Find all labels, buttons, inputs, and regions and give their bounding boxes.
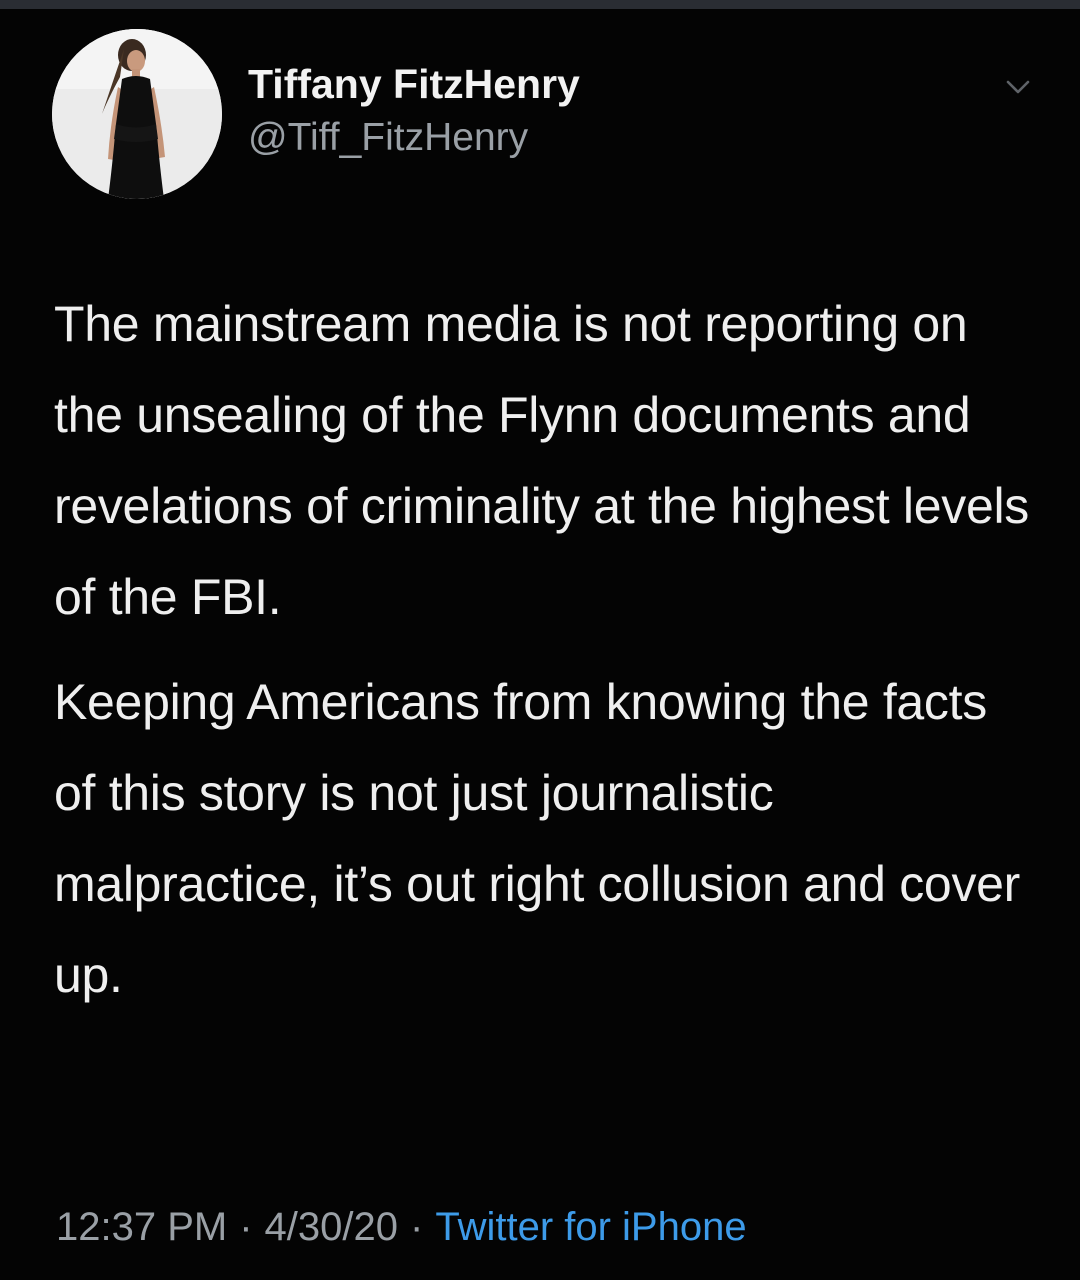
tweet-body: The mainstream media is not reporting on… xyxy=(54,279,1034,1021)
author-handle[interactable]: @Tiff_FitzHenry xyxy=(248,113,580,163)
author-display-name[interactable]: Tiffany FitzHenry xyxy=(248,59,580,109)
profile-photo-avatar xyxy=(52,29,222,199)
author-names: Tiffany FitzHenry @Tiff_FitzHenry xyxy=(248,59,580,163)
tweet-paragraph: The mainstream media is not reporting on… xyxy=(54,296,1029,625)
tweet-paragraph: Keeping Americans from knowing the facts… xyxy=(54,674,1021,1003)
tweet-card: Tiffany FitzHenry @Tiff_FitzHenry The ma… xyxy=(0,9,1080,1280)
tweet-header: Tiffany FitzHenry @Tiff_FitzHenry xyxy=(52,21,1042,199)
top-status-strip xyxy=(0,0,1080,9)
meta-separator: · xyxy=(410,1205,424,1249)
tweet-date[interactable]: 4/30/20 xyxy=(265,1205,398,1249)
meta-separator: · xyxy=(239,1205,253,1249)
tweet-source-link[interactable]: Twitter for iPhone xyxy=(435,1205,746,1249)
tweet-meta: 12:37 PM · 4/30/20 · Twitter for iPhone xyxy=(56,1202,747,1252)
chevron-down-icon xyxy=(1006,80,1030,94)
tweet-menu-button[interactable] xyxy=(1002,71,1034,103)
tweet-time[interactable]: 12:37 PM xyxy=(56,1205,227,1249)
avatar[interactable] xyxy=(52,29,222,199)
